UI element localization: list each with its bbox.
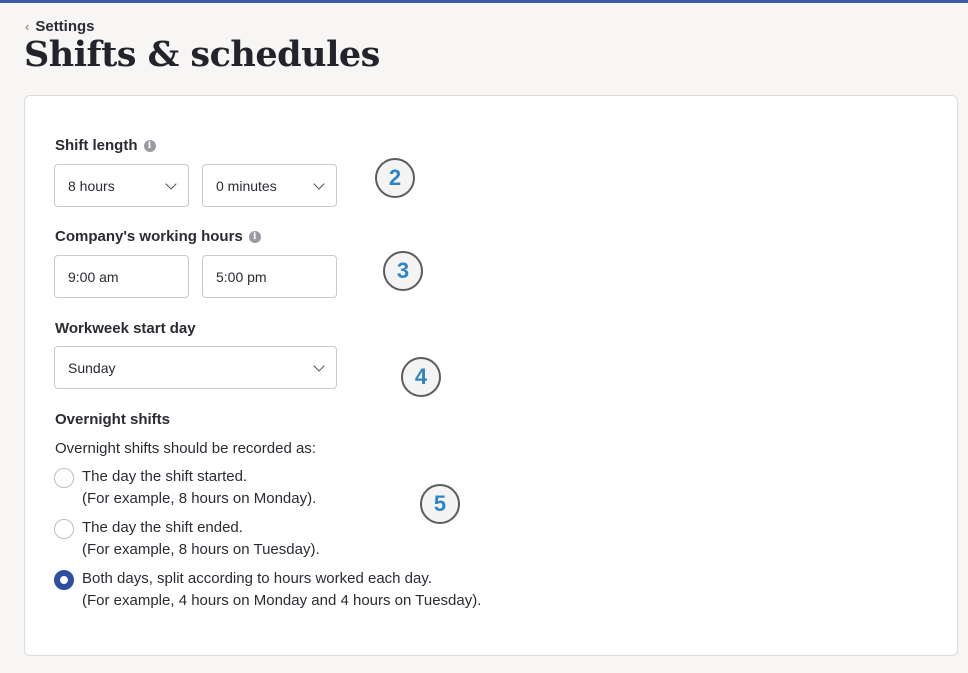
radio-button[interactable] (54, 468, 74, 488)
overnight-shifts-label-text: Overnight shifts (55, 411, 171, 428)
radio-label-line1: Both days, split according to hours work… (82, 570, 432, 587)
annotation-badge-3: 3 (383, 251, 423, 291)
working-hours-label-text: Company's working hours (55, 228, 243, 245)
workweek-start-value: Sunday (68, 359, 116, 376)
working-hours-end-field[interactable] (216, 268, 323, 285)
working-hours-end-input[interactable] (202, 255, 337, 298)
chevron-down-icon (313, 177, 325, 190)
working-hours-start-input[interactable] (54, 255, 189, 298)
overnight-shifts-label: Overnight shifts (55, 411, 170, 428)
radio-label: The day the shift started. (For example,… (82, 466, 316, 510)
chevron-down-icon (165, 177, 177, 190)
annotation-badge-2: 2 (375, 158, 415, 198)
info-icon[interactable]: i (143, 139, 156, 152)
top-accent-bar (0, 0, 968, 3)
breadcrumb-label: Settings (35, 17, 95, 35)
shift-minutes-value: 0 minutes (216, 177, 277, 194)
radio-label-line1: The day the shift ended. (82, 519, 243, 536)
chevron-left-icon: ‹ (25, 18, 30, 34)
workweek-label: Workweek start day (55, 320, 196, 337)
shift-length-label-text: Shift length (55, 137, 138, 154)
radio-label-line2: (For example, 8 hours on Monday). (82, 490, 317, 507)
overnight-option-shift-ended[interactable]: The day the shift ended. (For example, 8… (54, 517, 320, 561)
radio-label: Both days, split according to hours work… (82, 568, 481, 612)
breadcrumb-back-link[interactable]: ‹ Settings (25, 16, 95, 36)
overnight-shifts-description: Overnight shifts should be recorded as: (55, 440, 316, 457)
radio-label-line2: (For example, 8 hours on Tuesday). (82, 541, 320, 558)
annotation-badge-5: 5 (420, 484, 460, 524)
radio-label-line2: (For example, 4 hours on Monday and 4 ho… (82, 592, 482, 609)
overnight-option-split-both-days[interactable]: Both days, split according to hours work… (54, 568, 481, 612)
shift-hours-select[interactable]: 8 hours (54, 164, 189, 207)
radio-label: The day the shift ended. (For example, 8… (82, 517, 320, 561)
info-icon[interactable]: i (248, 230, 261, 243)
radio-label-line1: The day the shift started. (82, 468, 248, 485)
radio-button[interactable] (54, 519, 74, 539)
workweek-label-text: Workweek start day (55, 320, 196, 337)
page-title: Shifts & schedules (24, 34, 380, 75)
settings-card: Shift length i 8 hours 0 minutes 2 Compa… (24, 95, 958, 656)
working-hours-label: Company's working hours i (55, 228, 261, 245)
shift-minutes-select[interactable]: 0 minutes (202, 164, 337, 207)
shift-hours-value: 8 hours (68, 177, 115, 194)
radio-button-selected[interactable] (54, 570, 74, 590)
workweek-start-select[interactable]: Sunday (54, 346, 337, 389)
overnight-option-shift-started[interactable]: The day the shift started. (For example,… (54, 466, 316, 510)
annotation-badge-4: 4 (401, 357, 441, 397)
working-hours-start-field[interactable] (68, 268, 175, 285)
shift-length-label: Shift length i (55, 137, 156, 154)
chevron-down-icon (313, 359, 325, 372)
